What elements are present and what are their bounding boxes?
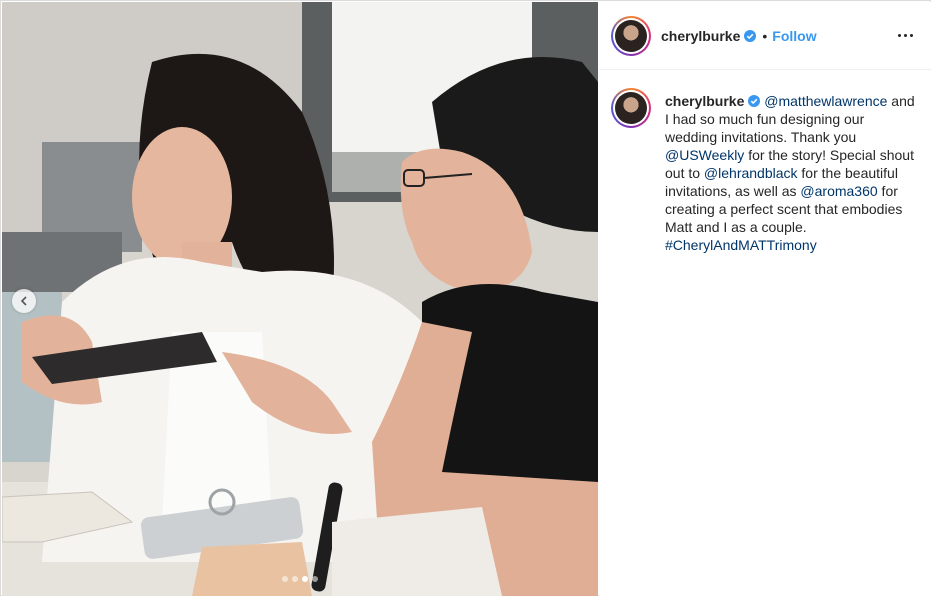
photo-illustration [2,2,598,596]
mention-link[interactable]: @aroma360 [800,183,877,199]
carousel-dot [312,576,318,582]
post-photo[interactable] [2,2,598,596]
carousel-dot-active [302,576,308,582]
caption-username[interactable]: cherylburke [665,93,744,109]
post-details-pane: cherylburke • Follow cherylburke @matthe… [599,2,931,596]
mention-link[interactable]: @lehrandblack [704,165,798,181]
avatar[interactable] [611,15,651,56]
carousel-prev-button[interactable] [12,289,36,313]
follow-button[interactable]: Follow [772,28,816,44]
instagram-post-window: cherylburke • Follow cherylburke @matthe… [0,0,931,596]
verified-badge-icon [744,29,757,42]
caption-text: cherylburke @matthewlawrence and I had s… [665,92,915,254]
more-options-icon[interactable] [894,30,917,41]
post-header: cherylburke • Follow [599,2,931,70]
separator-dot: • [762,27,768,44]
chevron-left-icon [20,296,27,306]
mention-link[interactable]: @matthewlawrence [764,93,887,109]
avatar-image [615,19,647,52]
carousel-indicator [282,576,318,582]
mention-link[interactable]: @USWeekly [665,147,744,163]
avatar-image [615,92,647,124]
carousel-dot [292,576,298,582]
caption-row: cherylburke @matthewlawrence and I had s… [599,70,931,254]
hashtag-link[interactable]: #CherylAndMATTrimony [665,237,817,253]
carousel-dot [282,576,288,582]
verified-badge-icon [748,95,761,107]
header-username[interactable]: cherylburke [661,28,740,44]
caption-avatar[interactable] [611,88,651,128]
